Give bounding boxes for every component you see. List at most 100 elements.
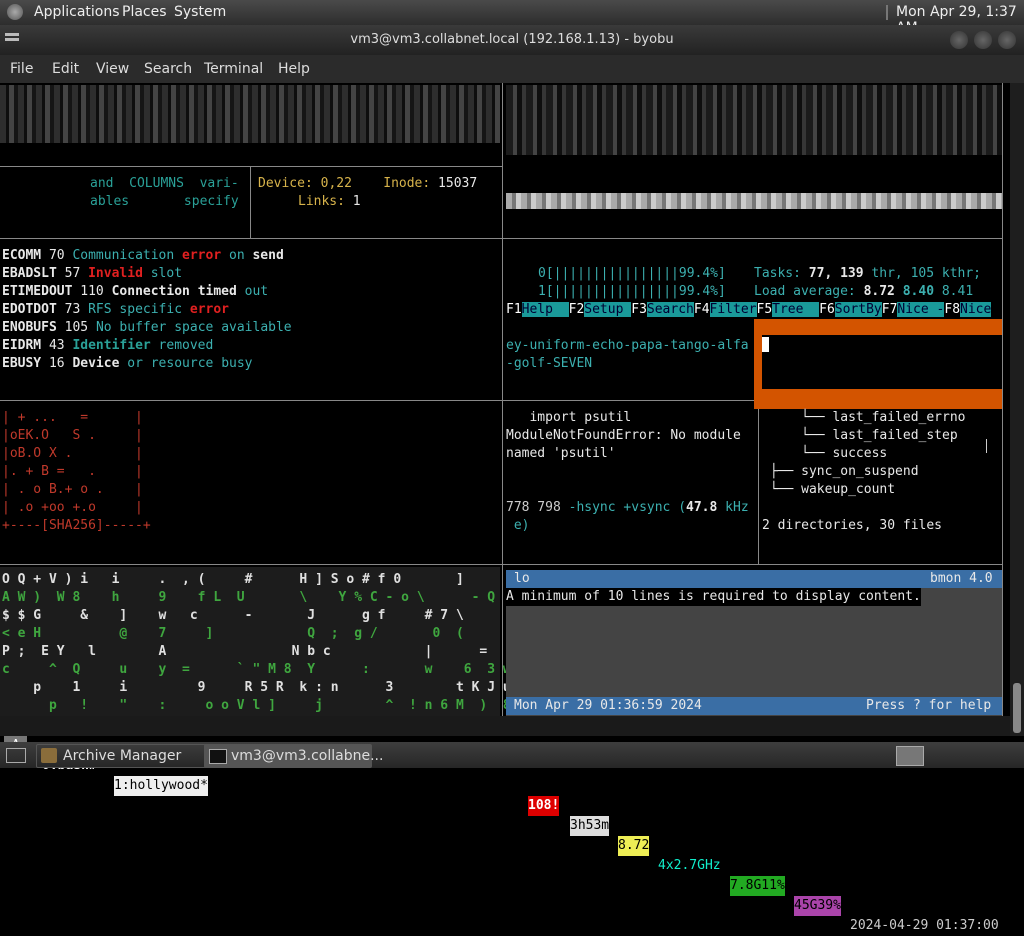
terminal-area[interactable]: and COLUMNS vari- ables specify Device: … bbox=[0, 83, 1010, 736]
bmon-header bbox=[506, 570, 1002, 588]
htop-cpu1: 1[||||||||||||||||99.4%] bbox=[538, 284, 726, 299]
errno-row: EBADSLT 57 Invalid slot bbox=[2, 266, 183, 281]
htop-fkey-label[interactable]: Filter bbox=[709, 302, 757, 317]
manpage-line-2: ables specify bbox=[90, 194, 239, 209]
ascii-art-band bbox=[506, 193, 1002, 209]
archive-icon bbox=[41, 748, 57, 763]
matrix-line: p ! " : o o V l ] j ^ ! n 6 M ) 8 bbox=[2, 698, 511, 713]
byobu-status-bar: A 0:bash#- 1:hollywood* 108! 3h53m 8.72 … bbox=[0, 716, 1010, 933]
tree-line-5: └── wakeup_count bbox=[762, 482, 896, 497]
randomart-line: |oEK.O S . | bbox=[2, 428, 143, 443]
orange-overlay-box bbox=[754, 319, 1002, 409]
htop-fkey[interactable]: F8 bbox=[944, 302, 960, 317]
htop-fkey-label[interactable]: Search bbox=[646, 302, 694, 317]
task-terminal[interactable]: vm3@vm3.collabne... bbox=[204, 744, 383, 768]
randomart-line: | + ... = | bbox=[2, 410, 143, 425]
scrollbar-thumb[interactable] bbox=[1013, 683, 1021, 733]
show-desktop-icon[interactable] bbox=[6, 748, 26, 763]
bmon-time: Mon Apr 29 01:36:59 2024 bbox=[514, 698, 702, 713]
stat-device: Device: 0,22 Inode: 15037 bbox=[258, 176, 478, 191]
bottom-taskbar: Archive Manager vm3@vm3.collabne... bbox=[0, 742, 1024, 768]
panel-separator-icon bbox=[886, 5, 888, 20]
window-title: vm3@vm3.collabnet.local (192.168.1.13) -… bbox=[350, 32, 674, 47]
htop-tasks: Tasks: 77, 139 thr, 105 kthr; bbox=[754, 266, 982, 281]
menu-search[interactable]: Search bbox=[144, 61, 192, 77]
applications-menu[interactable]: Applications bbox=[34, 4, 120, 20]
cursor-block bbox=[762, 337, 769, 352]
randomart-line: +----[SHA256]-----+ bbox=[2, 518, 151, 533]
text-cursor-icon bbox=[986, 439, 987, 453]
window-titlebar[interactable]: vm3@vm3.collabnet.local (192.168.1.13) -… bbox=[0, 25, 1024, 55]
minimize-icon[interactable] bbox=[950, 31, 968, 49]
bmon-message: A minimum of 10 lines is required to dis… bbox=[506, 588, 921, 606]
errno-row: ECOMM 70 Communication error on send bbox=[2, 248, 284, 263]
htop-fkey-label[interactable]: SortBy bbox=[834, 302, 882, 317]
htop-fkey-label[interactable]: Help bbox=[521, 302, 569, 317]
htop-fkey-label[interactable]: Tree bbox=[772, 302, 820, 317]
randomart-line: |. + B = . | bbox=[2, 464, 143, 479]
workspace-switcher-icon[interactable] bbox=[896, 746, 924, 766]
tree-line-1: └── last_failed_errno bbox=[762, 410, 966, 425]
menu-edit[interactable]: Edit bbox=[52, 61, 79, 77]
maximize-icon[interactable] bbox=[974, 31, 992, 49]
status-mem: 7.8G11% bbox=[730, 876, 785, 896]
status-updates: 108! bbox=[528, 796, 560, 816]
menu-view[interactable]: View bbox=[96, 61, 129, 77]
system-menu[interactable]: System bbox=[174, 4, 226, 20]
htop-fkey[interactable]: F7 bbox=[882, 302, 898, 317]
menu-terminal[interactable]: Terminal bbox=[204, 61, 263, 77]
applications-icon[interactable] bbox=[7, 4, 23, 20]
htop-load: Load average: 8.72 8.40 8.41 bbox=[754, 284, 974, 299]
menu-file[interactable]: File bbox=[10, 61, 33, 77]
errno-row: EBUSY 16 Device or resource busy bbox=[2, 356, 253, 371]
close-icon[interactable] bbox=[998, 31, 1016, 49]
status-window-1[interactable]: 1:hollywood* bbox=[114, 776, 208, 796]
randomart-line: | .o +oo +.o | bbox=[2, 500, 143, 515]
htop-fkey[interactable]: F4 bbox=[694, 302, 710, 317]
menu-help[interactable]: Help bbox=[278, 61, 310, 77]
htop-fkey[interactable]: F2 bbox=[569, 302, 585, 317]
ascii-art-noise-right bbox=[506, 85, 1002, 155]
matrix-line: c ^ Q u y = ` " M 8 Y : w 6 3 w o ) bbox=[2, 662, 550, 677]
htop-fkey-label[interactable]: Setup bbox=[584, 302, 632, 317]
status-load: 8.72 bbox=[618, 836, 650, 856]
matrix-line: p 1 i 9 R 5 R k : n 3 t K J u ` bbox=[2, 680, 535, 695]
htop-fkey[interactable]: F6 bbox=[819, 302, 835, 317]
tree-summary: 2 directories, 30 files bbox=[762, 518, 943, 533]
htop-function-keys: F1Help F2Setup F3SearchF4FilterF5Tree F6… bbox=[506, 301, 992, 319]
htop-fkey[interactable]: F5 bbox=[757, 302, 773, 317]
stat-links: Links: 1 bbox=[298, 194, 361, 209]
bmon-help-hint: Press ? for help bbox=[866, 698, 992, 713]
xrandr-line-2: e) bbox=[506, 518, 530, 533]
randomart-line: | . o B.+ o . | bbox=[2, 482, 143, 497]
xrandr-line-1: 778 798 -hsync +vsync (47.8 kHz bbox=[506, 500, 749, 515]
errno-row: ETIMEDOUT 110 Connection timed out bbox=[2, 284, 269, 299]
tree-line-4: ├── sync_on_suspend bbox=[762, 464, 919, 479]
task-archive-manager[interactable]: Archive Manager bbox=[36, 744, 232, 768]
htop-fkey-label[interactable]: Nice - bbox=[897, 302, 945, 317]
terminal-scrollbar[interactable] bbox=[1010, 83, 1024, 736]
ascii-art-noise-left bbox=[0, 85, 500, 143]
python-line-3: named 'psutil' bbox=[506, 446, 616, 461]
matrix-line: A W ) W 8 h 9 f L U \ Y % C - o \ - Q bbox=[2, 590, 496, 605]
randomart-line: |oB.O X . | bbox=[2, 446, 143, 461]
htop-fkey-label[interactable]: Nice bbox=[960, 302, 992, 317]
top-panel: Applications Places System Mon Apr 29, 1… bbox=[0, 0, 1024, 36]
errno-row: EDOTDOT 73 RFS specific error bbox=[2, 302, 230, 317]
htop-fkey[interactable]: F1 bbox=[506, 302, 522, 317]
bmon-interface: lo bbox=[514, 571, 530, 586]
manpage-line-1: and COLUMNS vari- bbox=[90, 176, 239, 191]
matrix-line: O Q + V ) i i . , ( # H ] S o # f 0 ] j bbox=[2, 572, 519, 587]
status-cpu: 4x2.7GHz bbox=[658, 858, 721, 873]
htop-fkey[interactable]: F3 bbox=[631, 302, 647, 317]
htop-cpu0: 0[||||||||||||||||99.4%] bbox=[538, 266, 726, 281]
words-line-2: -golf-SEVEN bbox=[506, 356, 593, 371]
python-line-1: import psutil bbox=[506, 410, 632, 425]
window-menu-icon[interactable] bbox=[5, 33, 19, 36]
places-menu[interactable]: Places bbox=[122, 4, 167, 20]
words-line-1: ey-uniform-echo-papa-tango-alfa bbox=[506, 338, 749, 353]
bmon-version: bmon 4.0 bbox=[930, 571, 993, 586]
matrix-line: < e H @ 7 ] Q ; g / 0 ( < bbox=[2, 626, 519, 641]
errno-row: ENOBUFS 105 No buffer space available bbox=[2, 320, 292, 335]
terminal-icon bbox=[209, 749, 227, 764]
